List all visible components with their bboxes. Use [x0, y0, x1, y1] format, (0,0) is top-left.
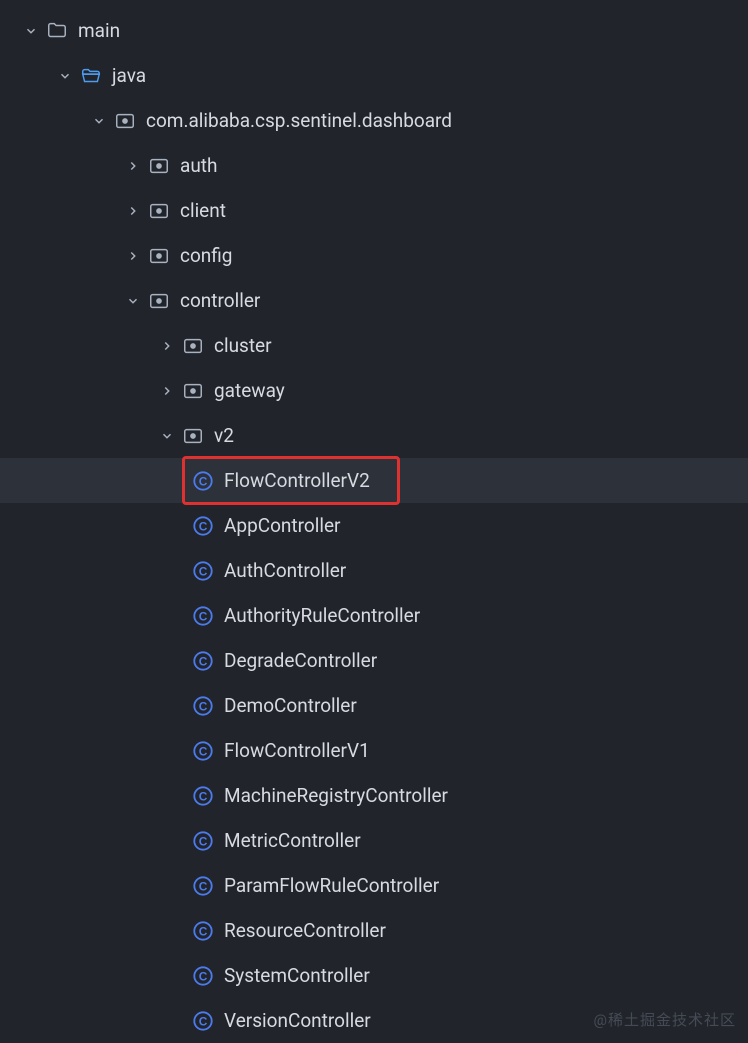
tree-item-label: DegradeController [224, 649, 377, 672]
svg-text:C: C [199, 699, 208, 713]
watermark: @稀土掘金技术社区 [594, 1009, 736, 1030]
class-icon: C [192, 875, 214, 897]
tree-item-flowcontrollerv1[interactable]: C FlowControllerV1 [0, 728, 748, 773]
chevron-down-icon[interactable] [90, 112, 108, 130]
package-icon [182, 335, 204, 357]
package-icon [114, 110, 136, 132]
package-icon [148, 245, 170, 267]
tree-item-authorityrulecontroller[interactable]: C AuthorityRuleController [0, 593, 748, 638]
tree-item-resourcecontroller[interactable]: C ResourceController [0, 908, 748, 953]
tree-item-paramflowrulecontroller[interactable]: C ParamFlowRuleController [0, 863, 748, 908]
svg-text:C: C [199, 834, 208, 848]
svg-text:C: C [199, 564, 208, 578]
svg-text:C: C [199, 654, 208, 668]
class-icon: C [192, 605, 214, 627]
tree-item-com-alibaba-csp-sentinel-dashboard[interactable]: com.alibaba.csp.sentinel.dashboard [0, 98, 748, 143]
chevron-right-icon[interactable] [124, 202, 142, 220]
tree-item-label: ParamFlowRuleController [224, 874, 439, 897]
tree-item-auth[interactable]: auth [0, 143, 748, 188]
chevron-right-icon[interactable] [124, 157, 142, 175]
tree-item-label: client [180, 199, 226, 222]
package-icon [148, 290, 170, 312]
tree-item-label: main [78, 19, 120, 42]
chevron-right-icon[interactable] [124, 247, 142, 265]
tree-item-config[interactable]: config [0, 233, 748, 278]
package-icon [182, 380, 204, 402]
tree-item-label: AppController [224, 514, 341, 537]
tree-item-java[interactable]: java [0, 53, 748, 98]
tree-item-cluster[interactable]: cluster [0, 323, 748, 368]
folder-icon [46, 20, 68, 42]
tree-item-label: java [112, 64, 146, 87]
tree-item-label: FlowControllerV2 [224, 469, 370, 492]
tree-item-metriccontroller[interactable]: C MetricController [0, 818, 748, 863]
tree-item-label: MetricController [224, 829, 361, 852]
chevron-down-icon[interactable] [124, 292, 142, 310]
chevron-right-icon[interactable] [158, 382, 176, 400]
chevron-down-icon[interactable] [56, 67, 74, 85]
chevron-right-icon[interactable] [158, 337, 176, 355]
class-icon: C [192, 1010, 214, 1032]
tree-item-label: FlowControllerV1 [224, 739, 370, 762]
tree-item-gateway[interactable]: gateway [0, 368, 748, 413]
tree-item-main[interactable]: main [0, 8, 748, 53]
svg-text:C: C [199, 744, 208, 758]
tree-item-label: config [180, 244, 232, 267]
class-icon: C [192, 740, 214, 762]
class-icon: C [192, 965, 214, 987]
svg-text:C: C [199, 924, 208, 938]
svg-text:C: C [199, 609, 208, 623]
class-icon: C [192, 515, 214, 537]
tree-item-label: DemoController [224, 694, 357, 717]
tree-item-democontroller[interactable]: C DemoController [0, 683, 748, 728]
package-icon [148, 155, 170, 177]
tree-item-label: cluster [214, 334, 272, 357]
tree-item-label: MachineRegistryController [224, 784, 448, 807]
tree-item-label: com.alibaba.csp.sentinel.dashboard [146, 109, 452, 132]
tree-item-label: AuthController [224, 559, 346, 582]
tree-item-client[interactable]: client [0, 188, 748, 233]
class-icon: C [192, 650, 214, 672]
svg-text:C: C [199, 519, 208, 533]
tree-item-flowcontrollerv2[interactable]: C FlowControllerV2 [0, 458, 748, 503]
tree-item-authcontroller[interactable]: C AuthController [0, 548, 748, 593]
tree-item-v2[interactable]: v2 [0, 413, 748, 458]
tree-item-label: AuthorityRuleController [224, 604, 420, 627]
tree-item-label: v2 [214, 424, 234, 447]
folder-open-icon [80, 65, 102, 87]
tree-item-label: SystemController [224, 964, 370, 987]
svg-text:C: C [199, 1014, 208, 1028]
package-icon [182, 425, 204, 447]
tree-item-systemcontroller[interactable]: C SystemController [0, 953, 748, 998]
class-icon: C [192, 470, 214, 492]
class-icon: C [192, 785, 214, 807]
class-icon: C [192, 695, 214, 717]
tree-item-appcontroller[interactable]: C AppController [0, 503, 748, 548]
tree-item-label: auth [180, 154, 218, 177]
svg-text:C: C [199, 879, 208, 893]
svg-text:C: C [199, 969, 208, 983]
package-icon [148, 200, 170, 222]
class-icon: C [192, 560, 214, 582]
tree-item-label: gateway [214, 379, 285, 402]
svg-text:C: C [199, 789, 208, 803]
chevron-down-icon[interactable] [22, 22, 40, 40]
tree-item-label: VersionController [224, 1009, 371, 1032]
tree-item-degradecontroller[interactable]: C DegradeController [0, 638, 748, 683]
class-icon: C [192, 920, 214, 942]
chevron-down-icon[interactable] [158, 427, 176, 445]
svg-text:C: C [199, 474, 208, 488]
class-icon: C [192, 830, 214, 852]
tree-item-label: controller [180, 289, 260, 312]
tree-item-machineregistrycontroller[interactable]: C MachineRegistryController [0, 773, 748, 818]
file-tree: main javacom.alibaba.csp.sentinel.dashboa… [0, 8, 748, 1043]
tree-item-controller[interactable]: controller [0, 278, 748, 323]
tree-item-label: ResourceController [224, 919, 386, 942]
